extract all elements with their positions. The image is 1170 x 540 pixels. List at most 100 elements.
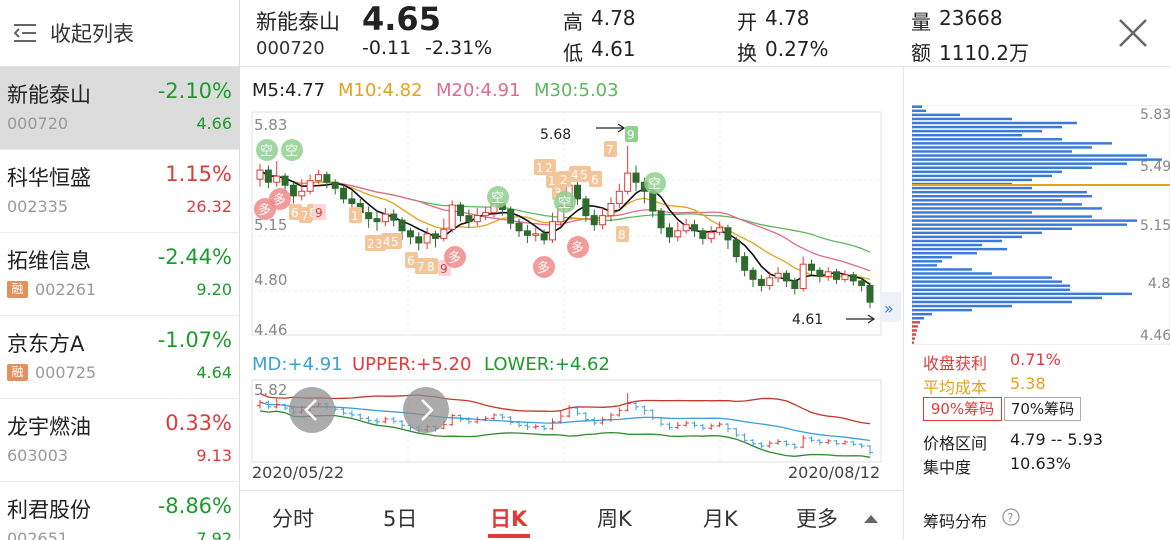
scroll-left-button[interactable] bbox=[289, 387, 335, 433]
candle bbox=[289, 182, 297, 204]
price-axis-top: 5.83 bbox=[254, 116, 287, 134]
collapse-list-button[interactable]: 收起列表 bbox=[0, 0, 239, 67]
sell-signal-badge: 空 bbox=[487, 186, 509, 208]
stock-list-price: 7.92 bbox=[196, 529, 232, 540]
chip-bar bbox=[912, 190, 1087, 194]
stock-list-item[interactable]: 拓维信息 -2.44% 融 002261 9.20 bbox=[0, 233, 239, 316]
scroll-right-button[interactable] bbox=[403, 387, 449, 433]
ohlc-bar bbox=[708, 423, 715, 430]
candle bbox=[440, 218, 448, 242]
main-chart-frame bbox=[251, 111, 882, 336]
main-chart-grid bbox=[252, 112, 881, 335]
candle bbox=[390, 209, 398, 227]
period-tabs: 分时 5日 日K 周K 月K 更多 bbox=[240, 490, 903, 540]
chip-70-button[interactable]: 70%筹码 bbox=[1004, 397, 1081, 421]
tab-5day[interactable]: 5日 bbox=[383, 503, 417, 533]
stock-list-name: 拓维信息 bbox=[7, 249, 91, 273]
stock-list-item[interactable]: 科华恒盛 1.15% 002335 26.32 bbox=[0, 150, 239, 233]
svg-text:8: 8 bbox=[427, 260, 435, 274]
caret-up-icon[interactable] bbox=[864, 513, 878, 523]
candle bbox=[741, 252, 749, 277]
candle bbox=[423, 227, 431, 250]
stock-list-name: 利君股份 bbox=[7, 498, 91, 522]
ohlc-bar bbox=[257, 399, 263, 409]
ohlc-bar bbox=[348, 410, 355, 418]
date-start: 2020/05/22 bbox=[252, 463, 344, 482]
ohlc-bar bbox=[273, 398, 280, 409]
ohlc-bar bbox=[766, 440, 773, 448]
candle bbox=[507, 206, 515, 230]
svg-text:?: ? bbox=[1007, 511, 1013, 525]
svg-text:6: 6 bbox=[407, 254, 415, 268]
quote-header: 新能泰山 000720 4.65 -0.11 -2.31% 高 4.78 低 4… bbox=[240, 0, 1170, 67]
td-count-marker: 6 bbox=[589, 171, 602, 187]
candle bbox=[457, 201, 465, 222]
tab-monthly-k[interactable]: 月K bbox=[703, 503, 738, 533]
stock-list-price: 4.66 bbox=[196, 114, 232, 133]
svg-text:多: 多 bbox=[571, 240, 584, 256]
chip-bar bbox=[912, 109, 926, 113]
svg-text:空: 空 bbox=[260, 144, 273, 159]
date-end: 2020/08/12 bbox=[788, 463, 880, 482]
stock-list-pct: -8.86% bbox=[157, 494, 232, 518]
chip-bar bbox=[912, 154, 1147, 157]
chip-bar bbox=[912, 194, 1092, 198]
candle bbox=[732, 236, 740, 263]
ohlc-bar bbox=[841, 440, 848, 445]
stock-list-item[interactable]: 新能泰山 -2.10% 000720 4.66 bbox=[0, 67, 239, 150]
price-change: -0.11 bbox=[362, 37, 412, 59]
tab-intraday[interactable]: 分时 bbox=[272, 503, 314, 533]
chip-bar bbox=[912, 292, 1132, 296]
tab-more[interactable]: 更多 bbox=[796, 503, 838, 533]
chip-bar bbox=[912, 231, 1042, 235]
chip-bar bbox=[912, 125, 1062, 129]
price-range-value: 4.79 -- 5.93 bbox=[1010, 430, 1103, 449]
chip-bar bbox=[912, 227, 1072, 231]
chip-bar bbox=[912, 264, 937, 267]
help-icon[interactable]: ? bbox=[1002, 508, 1020, 526]
chip-bar bbox=[912, 304, 1012, 308]
candle bbox=[590, 209, 598, 231]
candle bbox=[264, 165, 272, 189]
candle bbox=[415, 232, 423, 251]
chip-bar bbox=[912, 150, 1072, 153]
svg-text:7: 7 bbox=[417, 260, 425, 274]
ohlc-bar bbox=[382, 416, 389, 424]
chip-bar bbox=[912, 235, 1022, 239]
ohlc-bar bbox=[758, 442, 765, 449]
td-count-marker: 7 bbox=[604, 141, 617, 157]
candlesticks bbox=[256, 145, 874, 309]
candle bbox=[849, 271, 857, 286]
stock-list-pct: -2.10% bbox=[157, 79, 232, 103]
chip-bar bbox=[912, 138, 1062, 141]
stock-list-item[interactable]: 京东方A -1.07% 融 000725 4.64 bbox=[0, 316, 239, 399]
svg-text:5: 5 bbox=[580, 168, 588, 182]
candle bbox=[749, 267, 757, 287]
stock-list-item[interactable]: 龙宇燃油 0.33% 603003 9.13 bbox=[0, 399, 239, 482]
double-chevron-right-icon[interactable]: » bbox=[884, 299, 894, 318]
ohlc-bar bbox=[733, 427, 740, 438]
chip-bar bbox=[912, 162, 1127, 165]
ma20-legend: M20:4.91 bbox=[436, 80, 521, 101]
kline-chart[interactable]: M5:4.77 M10:4.82 M20:4.91 M30:5.03 6 7 8 12… bbox=[240, 67, 903, 490]
chip-bar bbox=[912, 174, 1052, 178]
stock-list-name: 京东方A bbox=[7, 332, 85, 356]
svg-text:多: 多 bbox=[537, 260, 550, 276]
candle bbox=[691, 220, 699, 237]
tab-weekly-k[interactable]: 周K bbox=[597, 503, 632, 533]
ohlc-bar bbox=[674, 421, 681, 430]
ohlc-bar bbox=[783, 440, 790, 447]
chip-bar bbox=[912, 272, 992, 275]
ohlc-bar bbox=[499, 413, 506, 420]
active-tab-indicator bbox=[488, 534, 530, 538]
close-icon[interactable] bbox=[1116, 16, 1150, 50]
chip-90-button[interactable]: 90%筹码 bbox=[923, 397, 1002, 421]
profit-value: 0.71% bbox=[1010, 350, 1061, 369]
tab-daily-k[interactable]: 日K bbox=[490, 503, 527, 533]
high-value: 4.78 bbox=[591, 6, 636, 30]
stock-list-code: 002335 bbox=[7, 197, 69, 216]
margin-trading-badge: 融 bbox=[7, 281, 28, 298]
stock-list-item[interactable]: 利君股份 -8.86% 002651 7.92 bbox=[0, 482, 239, 540]
boll-lines bbox=[259, 393, 871, 458]
stock-list-sidebar: 收起列表 新能泰山 -2.10% 000720 4.66 科华恒盛 1.15% 002335… bbox=[0, 0, 240, 540]
